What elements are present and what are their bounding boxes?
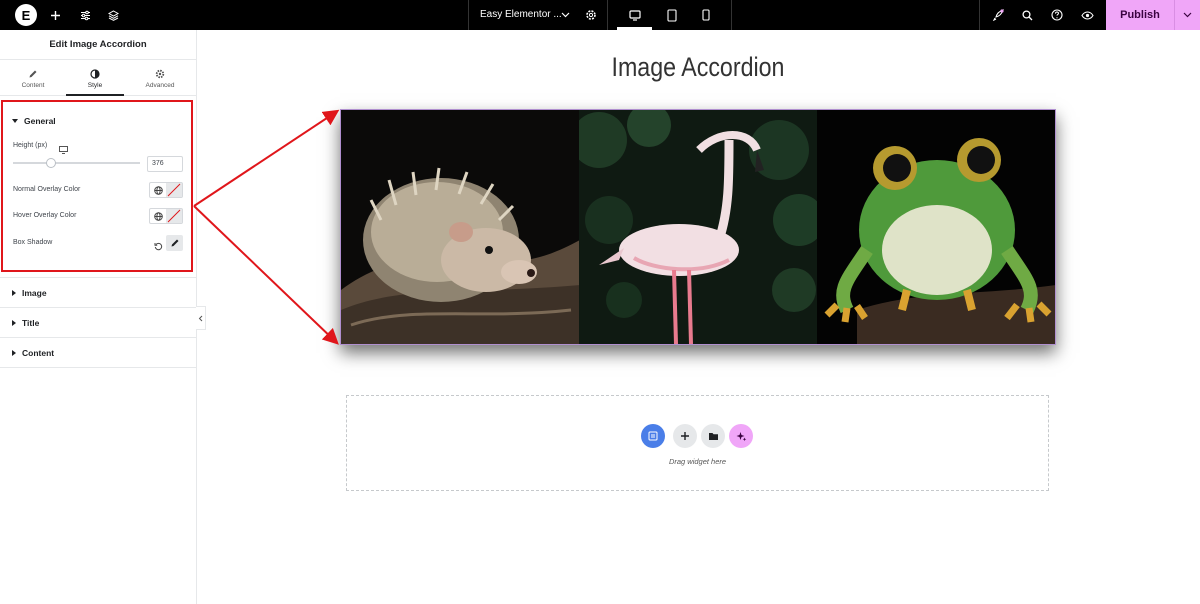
arrow-top <box>193 109 340 207</box>
drop-zone-hint: Drag widget here <box>668 457 727 466</box>
add-section-button[interactable] <box>673 424 697 448</box>
arrow-bottom <box>193 205 339 345</box>
layout-icon <box>648 431 658 441</box>
sparkle-icon <box>736 431 746 441</box>
folder-icon <box>708 432 718 440</box>
add-container-button[interactable] <box>641 424 665 448</box>
annotation-arrows <box>193 109 340 345</box>
ai-generate-button[interactable] <box>729 424 753 448</box>
widget-drop-zone[interactable] <box>346 395 1049 491</box>
plus-icon <box>681 432 689 440</box>
add-template-button[interactable] <box>701 424 725 448</box>
